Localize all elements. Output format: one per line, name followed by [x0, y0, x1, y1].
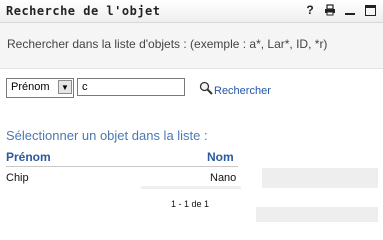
- title-bar: Recherche de l'objet ?: [0, 0, 383, 23]
- side-panel-block: [262, 168, 378, 188]
- results-table-header: Prénom Nom: [0, 148, 383, 166]
- instructions-panel: Rechercher dans la liste d'objets : (exe…: [0, 23, 383, 69]
- minimize-icon[interactable]: [343, 3, 357, 17]
- search-input[interactable]: c: [77, 78, 185, 96]
- title-bar-icons: ?: [303, 3, 377, 17]
- header-divider: [6, 166, 238, 167]
- search-button[interactable]: Rechercher: [199, 81, 271, 97]
- instructions-text: Rechercher dans la liste d'objets : (exe…: [7, 37, 328, 51]
- cell-nom[interactable]: Nano: [210, 172, 236, 184]
- print-icon[interactable]: [323, 3, 337, 17]
- help-icon[interactable]: ?: [303, 3, 317, 17]
- results-label: Sélectionner un objet dans la liste :: [6, 128, 208, 143]
- column-header-prenom[interactable]: Prénom: [6, 150, 51, 164]
- pagination-text: 1 - 1 de 1: [171, 199, 210, 209]
- search-field-select[interactable]: Prénom ▼: [6, 78, 74, 98]
- search-link[interactable]: Rechercher: [214, 85, 271, 97]
- search-icon: [199, 81, 213, 95]
- search-field-value: Prénom: [11, 81, 50, 93]
- column-header-nom[interactable]: Nom: [207, 150, 234, 164]
- chevron-down-icon[interactable]: ▼: [58, 80, 72, 94]
- cell-prenom[interactable]: Chip: [6, 172, 29, 184]
- window-title: Recherche de l'objet: [6, 4, 161, 18]
- maximize-icon[interactable]: [363, 3, 377, 17]
- row-divider: [141, 186, 241, 189]
- side-panel-block-bottom: [256, 207, 378, 222]
